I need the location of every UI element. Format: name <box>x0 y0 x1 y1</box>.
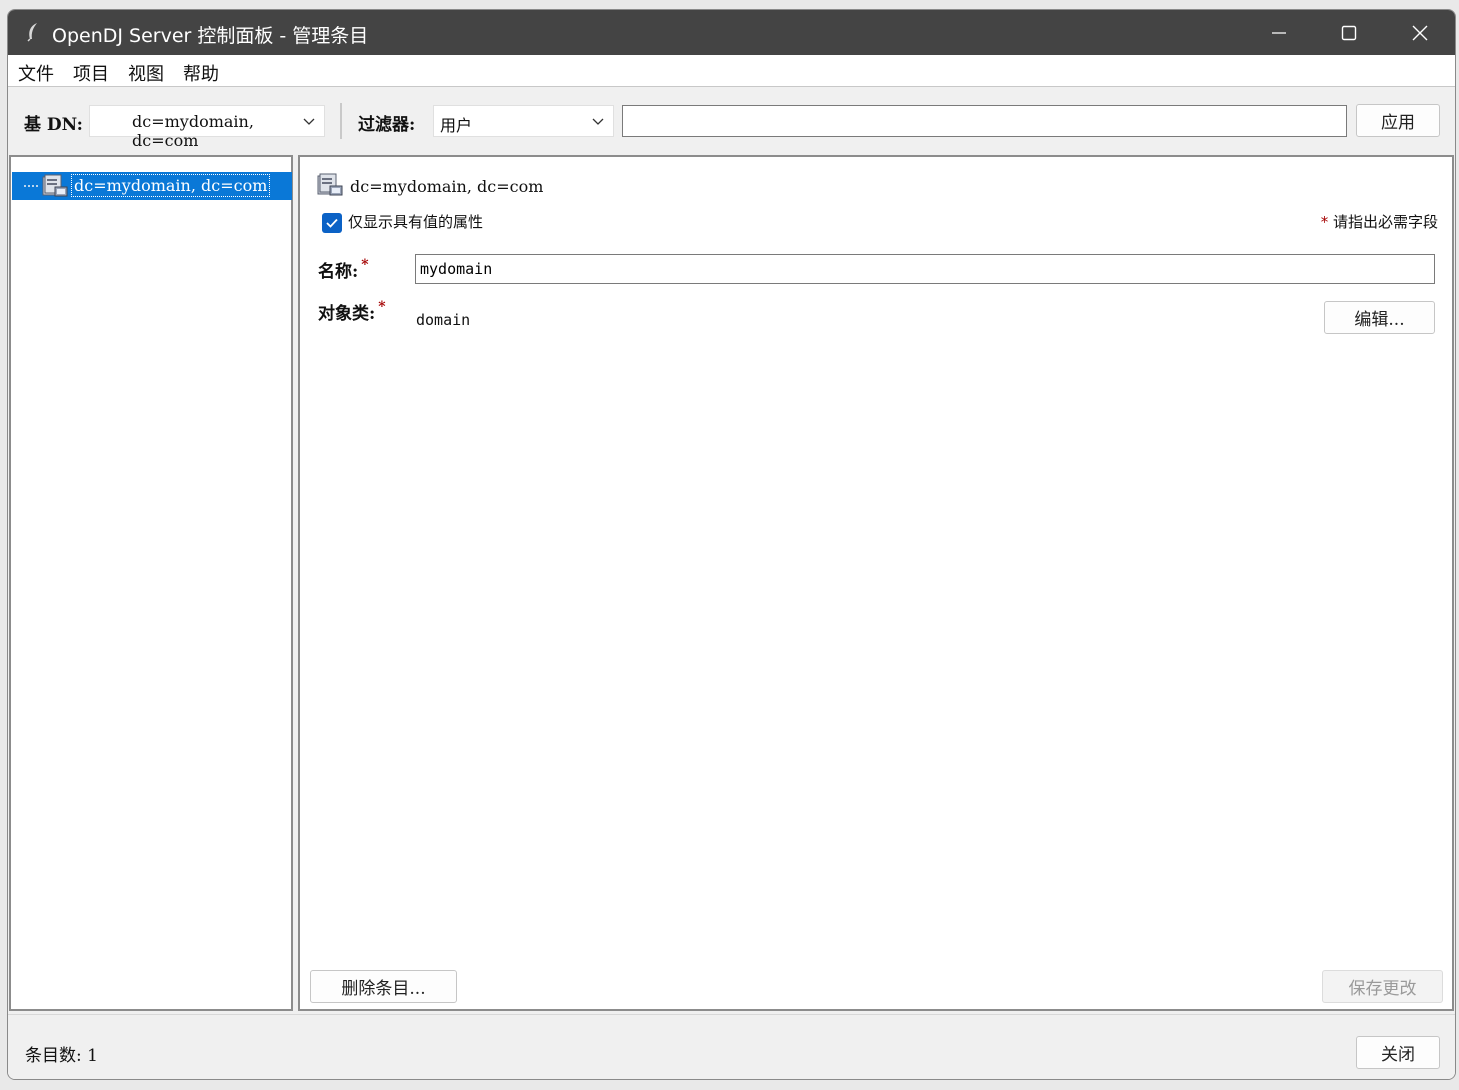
edit-objectclass-button[interactable]: 编辑... <box>1324 301 1435 334</box>
entry-dn-heading: dc=mydomain, dc=com <box>350 177 544 196</box>
filter-input[interactable] <box>622 105 1347 137</box>
directory-server-icon <box>316 172 344 202</box>
window-title: OpenDJ Server 控制面板 - 管理条目 <box>52 25 369 47</box>
tree-connector <box>24 185 38 187</box>
name-label: 名称: * <box>318 257 369 282</box>
search-toolbar: 基 DN: dc=mydomain, dc=com 过滤器: 用户 应用 <box>8 88 1455 154</box>
delete-entry-button[interactable]: 删除条目... <box>310 970 457 1003</box>
close-button[interactable]: 关闭 <box>1356 1036 1440 1069</box>
filter-label: 过滤器: <box>358 115 416 135</box>
base-dn-value: dc=mydomain, dc=com <box>132 112 254 150</box>
required-marker: * <box>378 299 386 315</box>
entry-details: dc=mydomain, dc=com 仅显示具有值的属性 * 请指出必需字段 … <box>298 155 1454 1011</box>
apply-button[interactable]: 应用 <box>1356 104 1440 137</box>
entry-tree[interactable]: dc=mydomain, dc=com <box>9 155 293 1011</box>
menu-help[interactable]: 帮助 <box>183 60 219 86</box>
chevron-down-icon <box>303 118 315 125</box>
name-input[interactable] <box>415 254 1435 284</box>
menu-entry[interactable]: 项目 <box>73 60 109 86</box>
tree-node-label[interactable]: dc=mydomain, dc=com <box>71 174 271 197</box>
checkmark-icon <box>326 218 338 228</box>
feather-icon <box>24 22 42 42</box>
status-bar: 条目数: 1 关闭 <box>8 1014 1455 1079</box>
maximize-button[interactable] <box>1314 10 1384 55</box>
filter-type-select[interactable]: 用户 <box>433 105 614 137</box>
title-bar[interactable]: OpenDJ Server 控制面板 - 管理条目 <box>8 10 1455 55</box>
name-label-text: 名称: <box>318 262 359 282</box>
required-marker: * <box>361 257 369 273</box>
required-marker: * <box>1320 213 1329 231</box>
only-show-attrs-label[interactable]: 仅显示具有值的属性 <box>348 211 483 232</box>
minimize-button[interactable] <box>1244 10 1314 55</box>
minimize-icon <box>1272 31 1286 34</box>
directory-server-icon <box>41 173 69 203</box>
tree-node-root[interactable]: dc=mydomain, dc=com <box>12 172 292 200</box>
objectclass-label: 对象类: * <box>318 299 386 324</box>
base-dn-select[interactable]: dc=mydomain, dc=com <box>89 105 325 150</box>
base-dn-label: 基 DN: <box>24 115 83 135</box>
close-icon <box>1412 25 1428 40</box>
required-note-text: 请指出必需字段 <box>1332 213 1438 231</box>
menu-view[interactable]: 视图 <box>128 60 164 86</box>
chevron-down-icon <box>592 118 604 125</box>
menu-bar: 文件 项目 视图 帮助 <box>8 55 1455 87</box>
close-window-button[interactable] <box>1385 10 1455 55</box>
entry-count: 条目数: 1 <box>25 1046 98 1066</box>
only-show-attrs-checkbox[interactable] <box>322 213 342 233</box>
filter-type-value: 用户 <box>440 116 473 135</box>
app-window: OpenDJ Server 控制面板 - 管理条目 文件 项目 视图 帮助 基 … <box>7 9 1456 1080</box>
objectclass-label-text: 对象类: <box>318 304 376 324</box>
required-fields-note: * 请指出必需字段 <box>1321 211 1438 232</box>
menu-file[interactable]: 文件 <box>18 60 54 86</box>
objectclass-value: domain <box>416 311 471 329</box>
maximize-icon <box>1341 25 1357 40</box>
save-changes-button[interactable]: 保存更改 <box>1322 970 1443 1003</box>
toolbar-separator <box>340 103 342 139</box>
